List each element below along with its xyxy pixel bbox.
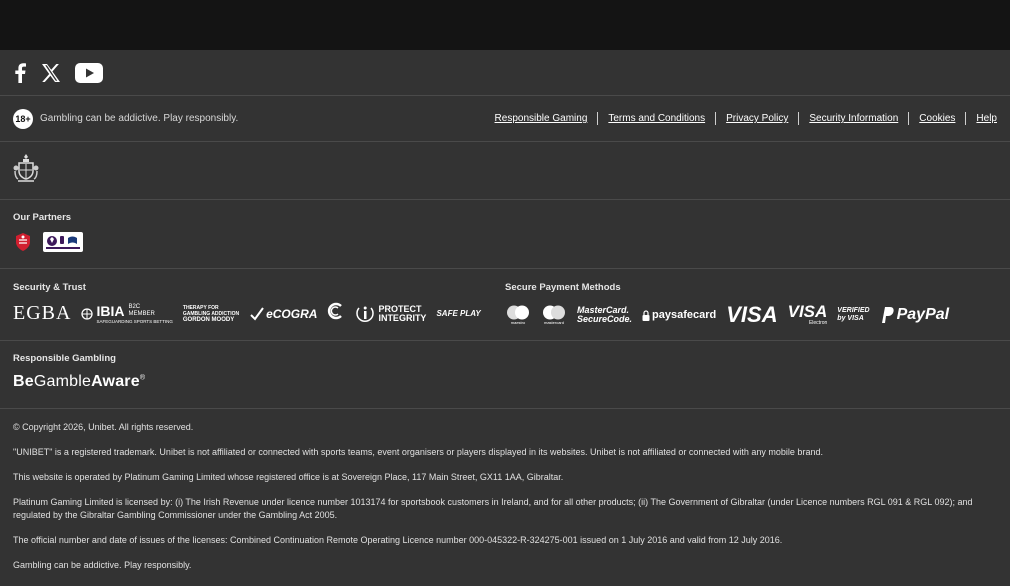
privacy-policy-link[interactable]: Privacy Policy [726, 113, 788, 124]
securecode-line2: SecureCode. [577, 314, 633, 324]
paypal-logo[interactable]: PayPal [880, 306, 949, 324]
integrity-i-icon [356, 306, 375, 322]
royal-crest-icon[interactable] [13, 152, 39, 189]
safe-play-logo[interactable]: SAFE PLAY [436, 309, 480, 318]
bga-registered: ® [139, 374, 146, 382]
addictive-text: Gambling can be addictive. Play responsi… [13, 560, 192, 570]
gambling-warning: Gambling can be addictive. Play responsi… [40, 113, 239, 124]
mastercard-text: mastercard [543, 320, 564, 325]
payment-methods: Secure Payment Methods maestro mastercar… [505, 282, 997, 340]
partners-section: Our Partners [0, 200, 1010, 269]
maestro-icon [507, 305, 529, 320]
ibia-member: MEMBER [128, 311, 155, 317]
youtube-icon[interactable] [75, 62, 103, 83]
security-heading: Security & Trust [13, 282, 86, 293]
paypal-text: PayPal [896, 306, 950, 323]
social-links [0, 50, 1010, 96]
ibia-b2c: B2C [128, 304, 141, 310]
integrity-text: INTEGRITY [378, 312, 427, 323]
help-link[interactable]: Help [976, 113, 997, 124]
divider [908, 112, 910, 125]
gordon-line3: GORDON MOODY [182, 316, 235, 323]
electron-text: Electron [808, 320, 828, 326]
mastercard-icon [543, 305, 565, 320]
begambleaware-logo[interactable]: BeGambleAware® [13, 373, 997, 391]
mastercard-logo[interactable]: mastercard [541, 305, 567, 325]
paypal-p-icon [881, 307, 894, 323]
copyright-text: © Copyright 2026, Unibet. All rights res… [13, 422, 194, 432]
verified-text: VERIFIED [837, 307, 870, 314]
responsible-gambling-section: Responsible Gambling BeGambleAware® [0, 341, 1010, 409]
official-licence-text: The official number and date of issues o… [13, 535, 783, 545]
gordon-moody-logo[interactable]: THERAPY FOR GAMBLING ADDICTION GORDON MO… [183, 305, 239, 323]
check-icon [250, 306, 264, 321]
trademark-text: "UNIBET" is a registered trademark. Unib… [13, 447, 823, 457]
ecogra-text: eCOGRA [266, 306, 318, 321]
divider [715, 112, 717, 125]
visa-electron-logo[interactable]: VISA Electron [787, 302, 828, 326]
divider [798, 112, 800, 125]
terms-link[interactable]: Terms and Conditions [608, 113, 705, 124]
cookies-link[interactable]: Cookies [919, 113, 955, 124]
mastercard-securecode-logo[interactable]: MasterCard. SecureCode. [577, 306, 632, 324]
egba-logo[interactable]: EGBA [13, 302, 71, 325]
premier-league-efl-logo-icon[interactable] [43, 232, 83, 257]
responsible-gaming-bar: 18+ Gambling can be addictive. Play resp… [0, 96, 1010, 142]
ibia-globe-icon [81, 307, 94, 320]
bga-be: Be [13, 373, 34, 390]
visa-electron-text: VISA [787, 302, 828, 321]
security-information-link[interactable]: Security Information [809, 113, 898, 124]
partners-heading: Our Partners [13, 212, 72, 223]
responsible-gambling-heading: Responsible Gambling [13, 353, 116, 364]
middlesbrough-fc-logo-icon[interactable] [13, 232, 33, 257]
age-18-badge: 18+ [13, 108, 33, 129]
verified-by-visa-logo[interactable]: VERIFIED by VISA [837, 307, 869, 323]
legal-section: © Copyright 2026, Unibet. All rights res… [0, 409, 1010, 572]
paysafecard-logo[interactable]: paysafecard [642, 309, 716, 321]
facebook-icon[interactable] [13, 62, 27, 83]
top-bar [0, 0, 1010, 50]
ibia-logo[interactable]: IBIA B2C MEMBER SAFEGUARDING SPORTS BETT… [81, 303, 173, 324]
bga-gamble: Gamble [33, 373, 92, 390]
bga-aware: Aware [91, 373, 140, 390]
ibia-text: IBIA [96, 303, 125, 319]
visa-logo[interactable]: VISA [726, 302, 777, 328]
by-visa-text: by VISA [837, 315, 864, 322]
payments-heading: Secure Payment Methods [505, 282, 621, 293]
lock-icon [642, 309, 650, 321]
x-icon[interactable] [41, 63, 61, 83]
trust-payments-section: Security & Trust EGBA IBIA B2C MEMBER SA… [0, 269, 1010, 341]
c-logo-icon[interactable] [327, 302, 345, 325]
ecogra-logo[interactable]: eCOGRA [249, 306, 317, 322]
crest-section [0, 142, 1010, 200]
divider [965, 112, 967, 125]
responsible-gaming-link[interactable]: Responsible Gaming [495, 113, 588, 124]
license-text: Platinum Gaming Limited is licensed by: … [13, 497, 973, 520]
maestro-logo[interactable]: maestro [505, 305, 531, 325]
paysafecard-text: paysafecard [652, 309, 717, 321]
security-trust: Security & Trust EGBA IBIA B2C MEMBER SA… [13, 282, 505, 340]
divider [597, 112, 599, 125]
protect-integrity-logo[interactable]: PROTECT INTEGRITY [355, 304, 427, 323]
ibia-tagline: SAFEGUARDING SPORTS BETTING [96, 319, 173, 324]
maestro-text: maestro [510, 320, 526, 325]
footer-links: Responsible Gaming Terms and Conditions … [495, 112, 997, 125]
operator-text: This website is operated by Platinum Gam… [13, 472, 564, 482]
